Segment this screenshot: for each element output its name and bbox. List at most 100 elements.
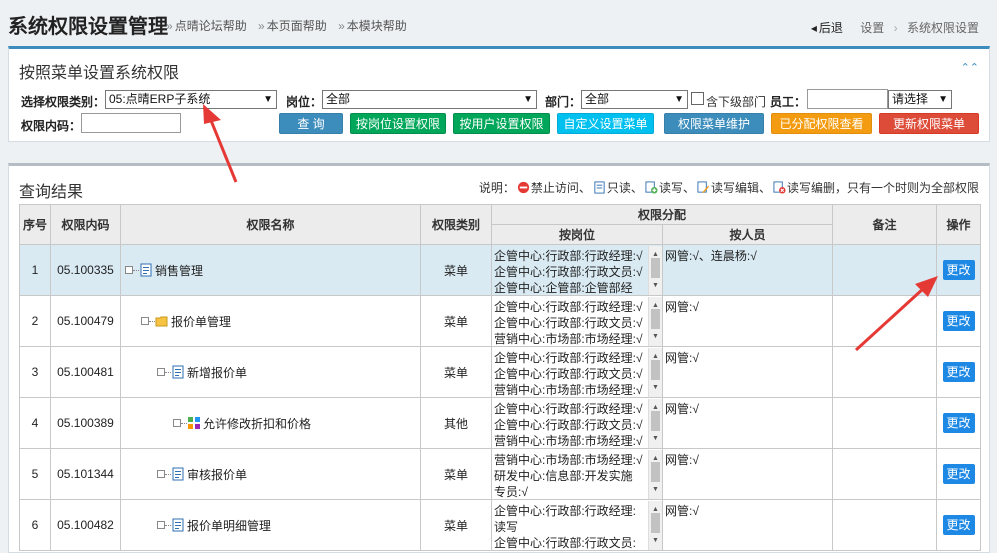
- row-code: 05.100335: [50, 244, 121, 296]
- read-write-icon: [645, 181, 658, 194]
- scroll-thumb[interactable]: [651, 308, 660, 329]
- post-entry: 营销中心:市场部:市场经理:√: [494, 382, 643, 397]
- scroll-down-icon[interactable]: ▼: [652, 533, 659, 549]
- scroll-thumb[interactable]: [651, 461, 660, 482]
- tree-node-icon[interactable]: [173, 419, 181, 427]
- scroll-thumb[interactable]: [651, 512, 660, 533]
- chevron-down-icon: ▼: [523, 94, 533, 105]
- row-action-cell: 更改: [936, 499, 982, 551]
- tree-node-icon[interactable]: [157, 521, 165, 529]
- subdept-checkbox[interactable]: [691, 92, 704, 105]
- row-remark: [832, 448, 938, 500]
- back-link[interactable]: 后退: [811, 21, 843, 35]
- tree-node-icon[interactable]: [125, 266, 133, 274]
- row-posts-cell: 营销中心:市场部:市场经理:√ 研发中心:信息部:开发实施 专员:√ ▲ ▼: [491, 448, 663, 500]
- category-select[interactable]: 05:点晴ERP子系统 ▼: [105, 90, 277, 109]
- post-entry: 企管中心:企管部:企管部经: [494, 280, 633, 295]
- scrollbar[interactable]: ▲ ▼: [648, 245, 662, 295]
- set-by-post-button[interactable]: 按岗位设置权限: [350, 113, 446, 134]
- edit-button[interactable]: 更改: [942, 260, 975, 280]
- row-no: 3: [19, 346, 51, 398]
- scroll-thumb[interactable]: [651, 257, 660, 278]
- collapse-icon[interactable]: ⌃⌃: [961, 61, 979, 74]
- refresh-menu-button[interactable]: 更新权限菜单: [879, 113, 979, 134]
- posts-listbox[interactable]: 企管中心:行政部:行政经理:√ 企管中心:行政部:行政文员:√ 企管中心:企管部:企…: [492, 245, 662, 295]
- scrollbar[interactable]: ▲ ▼: [648, 347, 662, 397]
- menu-maintenance-button[interactable]: 权限菜单维护: [664, 113, 764, 134]
- forbidden-icon: [517, 181, 529, 194]
- row-type: 菜单: [420, 499, 492, 551]
- row-code: 05.100481: [50, 346, 121, 398]
- row-person: 网管:√: [665, 299, 699, 314]
- scroll-thumb[interactable]: [651, 359, 660, 380]
- edit-button[interactable]: 更改: [942, 515, 975, 535]
- staff-select[interactable]: 请选择 ▼: [888, 90, 952, 109]
- row-person: 网管:√、连晨杨:√: [665, 248, 757, 263]
- row-no: 1: [19, 244, 51, 296]
- tree-node-icon[interactable]: [141, 317, 149, 325]
- table-row[interactable]: 6 05.100482 报价单明细管理 菜单 企管中心:行政部:行政经理: 读写 企管中心:…: [19, 499, 982, 551]
- results-panel: 查询结果 说明： 禁止访问、 只读、 读写、 读写编辑、 读写编删 ，只有一个时…: [8, 163, 990, 553]
- posts-listbox[interactable]: 企管中心:行政部:行政经理:√ 企管中心:行政部:行政文员:√ 营销中心:市场部:市…: [492, 347, 662, 397]
- posts-listbox[interactable]: 营销中心:市场部:市场经理:√ 研发中心:信息部:开发实施 专员:√ ▲ ▼: [492, 449, 662, 499]
- assigned-view-button[interactable]: 已分配权限查看: [771, 113, 872, 134]
- posts-listbox[interactable]: 企管中心:行政部:行政经理:√ 企管中心:行政部:行政文员:√ 营销中心:市场部:市…: [492, 296, 662, 346]
- header-type: 权限类别: [420, 204, 492, 245]
- scrollbar[interactable]: ▲ ▼: [648, 449, 662, 499]
- scroll-down-icon[interactable]: ▼: [652, 329, 659, 345]
- breadcrumb-current: 系统权限设置: [906, 21, 979, 35]
- table-row[interactable]: 4 05.100389 允许修改折扣和价格 其他 企管中心:行政部:行政经理:√ 企管中心…: [19, 397, 982, 449]
- edit-button[interactable]: 更改: [942, 362, 975, 382]
- dept-select[interactable]: 全部 ▼: [581, 90, 688, 109]
- row-person-cell: 网管:√: [661, 448, 834, 500]
- scroll-down-icon[interactable]: ▼: [652, 380, 659, 396]
- breadcrumb-settings[interactable]: 设置: [860, 21, 884, 35]
- scroll-down-icon[interactable]: ▼: [652, 278, 659, 294]
- row-action-cell: 更改: [936, 244, 982, 296]
- table-row[interactable]: 5 05.101344 审核报价单 菜单 营销中心:市场部:市场经理:√ 研发中心:信息部…: [19, 448, 982, 500]
- posts-listbox[interactable]: 企管中心:行政部:行政经理: 读写 企管中心:行政部:行政文员: ▲ ▼: [492, 500, 662, 550]
- row-type: 菜单: [420, 244, 492, 296]
- page-icon: [172, 518, 184, 532]
- row-action-cell: 更改: [936, 397, 982, 449]
- posts-listbox[interactable]: 企管中心:行政部:行政经理:√ 企管中心:行政部:行政文员:√ 营销中心:市场部:市…: [492, 398, 662, 448]
- table-row[interactable]: 3 05.100481 新增报价单 菜单 企管中心:行政部:行政经理:√ 企管中心:行政部…: [19, 346, 982, 398]
- tree-node-icon[interactable]: [157, 368, 165, 376]
- table-row[interactable]: 2 05.100479 报价单管理 菜单 企管中心:行政部:行政经理:√ 企管中心:行政部…: [19, 295, 982, 347]
- row-action-cell: 更改: [936, 346, 982, 398]
- row-name: 新增报价单: [187, 365, 248, 380]
- breadcrumb-separator: ›: [893, 21, 898, 35]
- scrollbar[interactable]: ▲ ▼: [648, 296, 662, 346]
- row-type: 菜单: [420, 448, 492, 500]
- row-person: 网管:√: [665, 503, 699, 518]
- staff-input[interactable]: [807, 89, 888, 109]
- legend: 说明： 禁止访问、 只读、 读写、 读写编辑、 读写编删 ，只有一个时则为全部权…: [479, 179, 979, 196]
- page-help-link[interactable]: 本页面帮助: [258, 19, 327, 33]
- row-name-cell: 报价单明细管理: [120, 499, 421, 551]
- custom-menu-button[interactable]: 自定义设置菜单: [557, 113, 654, 134]
- tree-node-icon[interactable]: [157, 470, 165, 478]
- row-posts-cell: 企管中心:行政部:行政经理:√ 企管中心:行政部:行政文员:√ 企管中心:企管部:企…: [491, 244, 663, 296]
- code-input[interactable]: [81, 113, 181, 133]
- scroll-down-icon[interactable]: ▼: [652, 431, 659, 447]
- edit-button[interactable]: 更改: [942, 311, 975, 331]
- edit-button[interactable]: 更改: [942, 413, 975, 433]
- scrollbar[interactable]: ▲ ▼: [648, 500, 662, 550]
- scroll-down-icon[interactable]: ▼: [652, 482, 659, 498]
- forum-help-link[interactable]: 点晴论坛帮助: [166, 19, 247, 33]
- post-entry: 企管中心:行政部:行政文员:√: [494, 366, 643, 381]
- post-entry: 营销中心:市场部:市场经理:√: [494, 433, 643, 448]
- row-name: 销售管理: [155, 263, 204, 278]
- scroll-thumb[interactable]: [651, 410, 660, 431]
- set-by-user-button[interactable]: 按用户设置权限: [453, 113, 550, 134]
- row-person-cell: 网管:√: [661, 346, 834, 398]
- row-name-cell: 销售管理: [120, 244, 421, 296]
- post-select[interactable]: 全部 ▼: [322, 90, 537, 109]
- row-code: 05.100389: [50, 397, 121, 449]
- post-entry: 企管中心:行政部:行政文员:√: [494, 417, 643, 432]
- scrollbar[interactable]: ▲ ▼: [648, 398, 662, 448]
- module-help-link[interactable]: 本模块帮助: [338, 19, 407, 33]
- table-row[interactable]: 1 05.100335 销售管理 菜单 企管中心:行政部:行政经理:√ 企管中心:行政部:…: [19, 244, 982, 296]
- edit-button[interactable]: 更改: [942, 464, 975, 484]
- query-button[interactable]: 查 询: [279, 113, 343, 134]
